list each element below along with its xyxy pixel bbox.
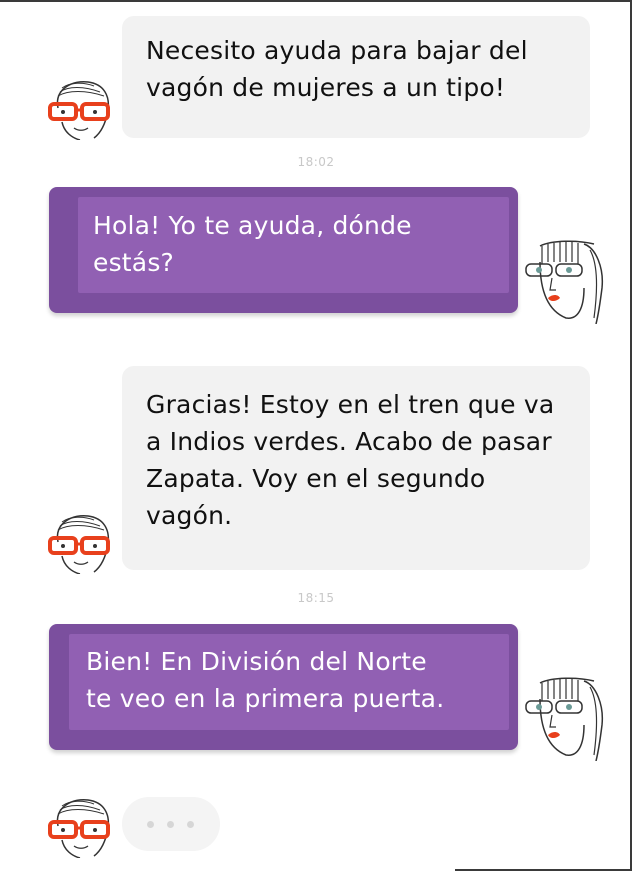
woman-red-glasses-avatar: [44, 512, 116, 575]
message-timestamp: 18:02: [297, 155, 335, 169]
message-bubble-outgoing: Hola! Yo te ayuda, dónde estás?: [49, 187, 518, 313]
message-text: Bien! En División del Norte te veo en la…: [86, 647, 445, 713]
message-text: Hola! Yo te ayuda, dónde estás?: [93, 211, 412, 277]
woman-bangs-avatar: [522, 238, 608, 325]
message-bubble-incoming: Gracias! Estoy en el tren que va a Indio…: [122, 366, 590, 570]
message-bubble-outgoing: Bien! En División del Norte te veo en la…: [49, 624, 518, 750]
woman-red-glasses-avatar: [44, 78, 116, 141]
message-text: Gracias! Estoy en el tren que va a Indio…: [146, 390, 555, 530]
typing-indicator: [122, 797, 220, 851]
message-bubble-incoming: Necesito ayuda para bajar del vagón de m…: [122, 16, 590, 138]
woman-red-glasses-avatar: [44, 796, 116, 859]
message-timestamp: 18:15: [297, 591, 335, 605]
ellipsis-icon: [167, 821, 174, 828]
message-text: Necesito ayuda para bajar del vagón de m…: [146, 36, 528, 102]
ellipsis-icon: [147, 821, 154, 828]
woman-bangs-avatar: [522, 675, 608, 762]
ellipsis-icon: [187, 821, 194, 828]
frame-top-border: [0, 0, 632, 2]
